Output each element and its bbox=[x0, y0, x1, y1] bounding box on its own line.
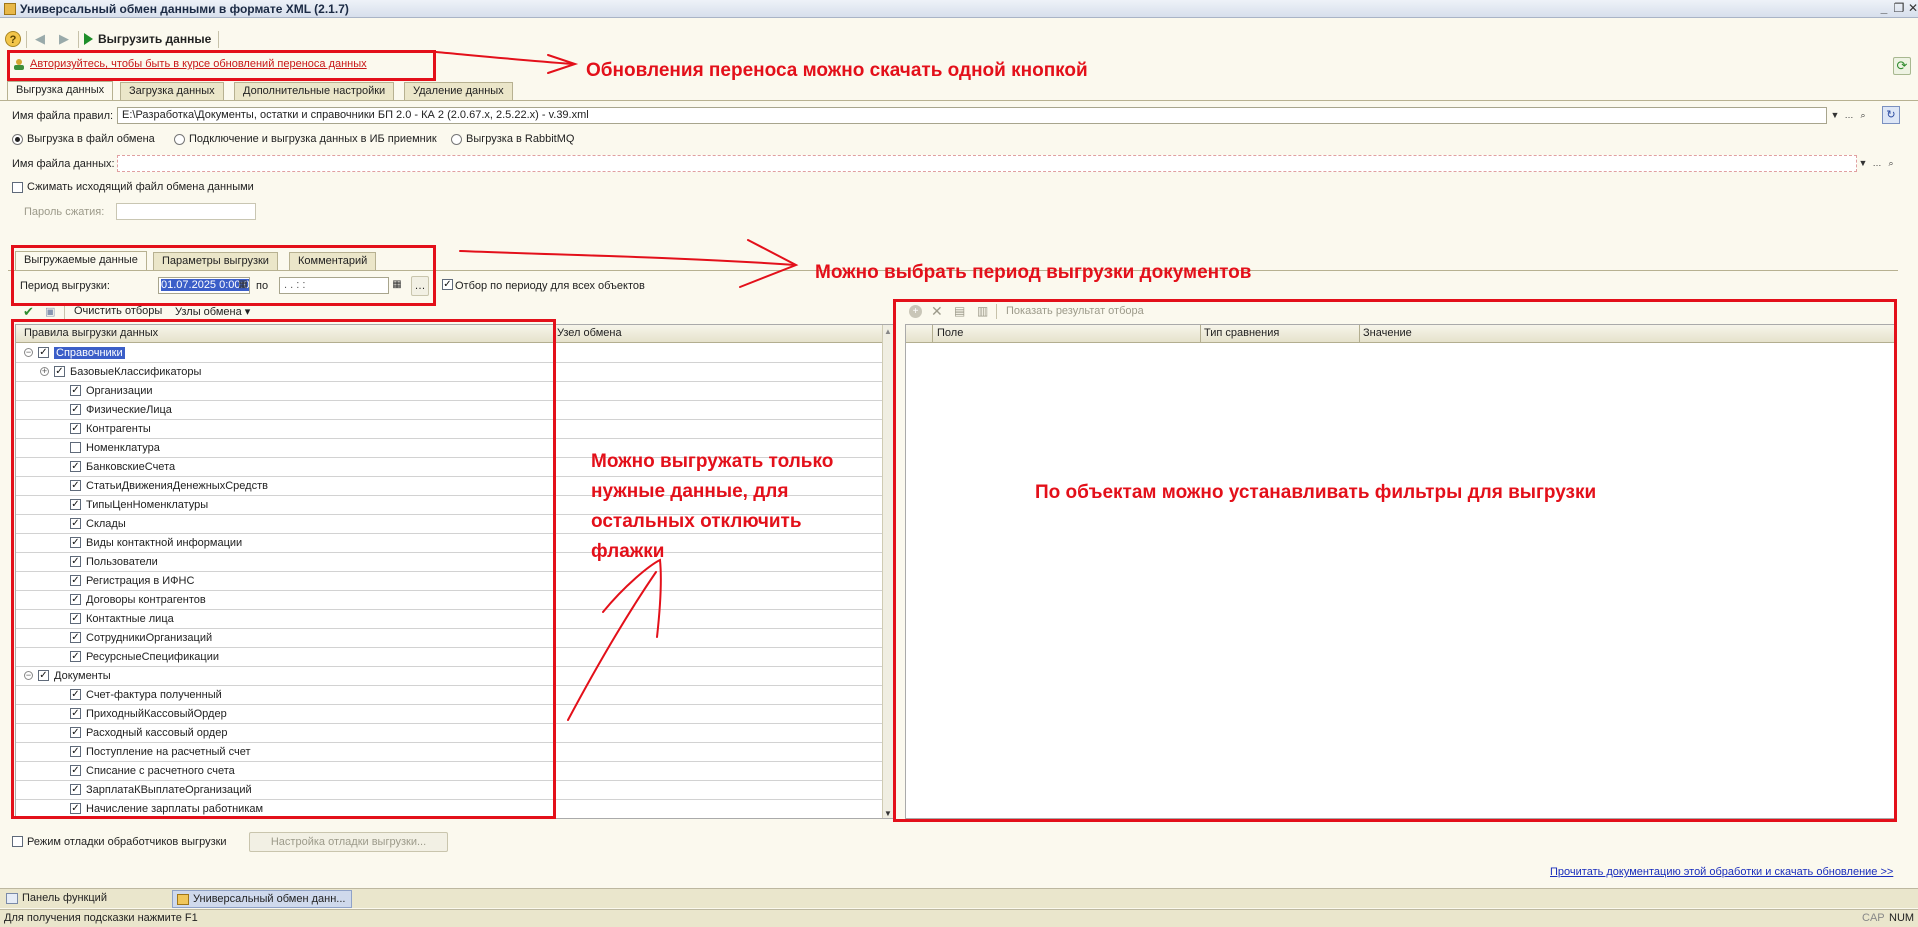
taskbar-item-label: Панель функций bbox=[22, 892, 107, 904]
tab-exported-data[interactable]: Выгружаемые данные bbox=[15, 251, 147, 270]
cap-indicator: CAP bbox=[1862, 912, 1885, 924]
arrow-updates-line bbox=[435, 51, 574, 65]
annotation-updates-text: Обновления переноса можно скачать одной … bbox=[586, 60, 1088, 81]
annotation-arrows bbox=[435, 51, 799, 721]
taskbar-item-functions-panel[interactable]: Панель функций bbox=[2, 890, 113, 908]
status-bar: Для получения подсказки нажмите F1 CAP N… bbox=[0, 909, 1918, 927]
arrow-period-line bbox=[459, 250, 796, 266]
num-indicator: NUM bbox=[1889, 912, 1915, 924]
annotation-only-needed-line-4: флажки bbox=[591, 541, 665, 562]
taskbar-item-label: Универсальный обмен данн... bbox=[193, 893, 346, 905]
annotation-period-text: Можно выбрать период выгрузки документов bbox=[815, 262, 1252, 283]
arrow-rules-line bbox=[567, 571, 657, 721]
taskbar-item-universal-exchange[interactable]: Универсальный обмен данн... bbox=[172, 890, 353, 908]
status-hint: Для получения подсказки нажмите F1 bbox=[4, 912, 198, 924]
annotation-only-needed-line-2: нужные данные, для bbox=[591, 481, 789, 502]
panel-icon bbox=[6, 893, 18, 904]
arrow-rules-head bbox=[602, 558, 662, 638]
annotation-only-needed-line-1: Можно выгружать только bbox=[591, 451, 834, 472]
tab-export[interactable]: Выгрузка данных bbox=[7, 81, 114, 100]
form-icon bbox=[177, 894, 189, 905]
annotation-filters-text: По объектам можно устанавливать фильтры … bbox=[1035, 482, 1597, 503]
annotation-only-needed-line-3: остальных отключить bbox=[591, 511, 802, 532]
window-taskbar: Панель функций Универсальный обмен данн.… bbox=[0, 888, 1918, 908]
